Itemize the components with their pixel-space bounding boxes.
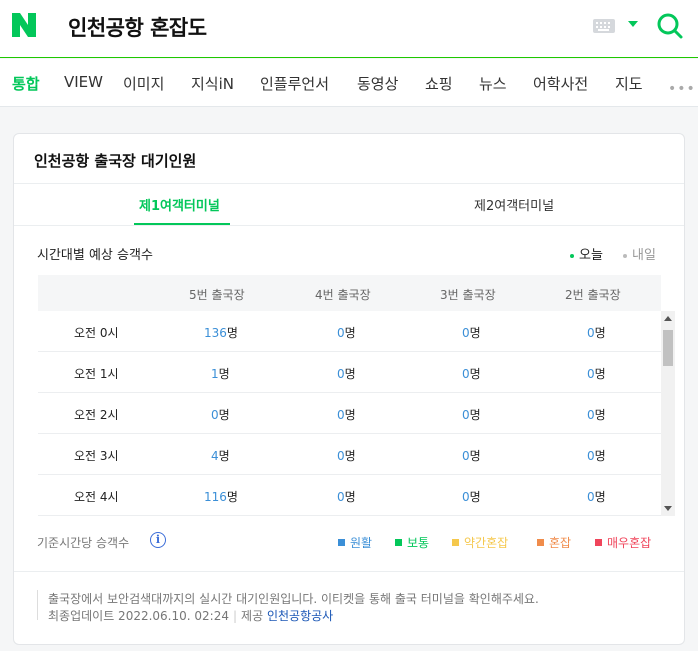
value-cell: 0명: [587, 326, 606, 340]
tab-integrated[interactable]: 통합: [12, 73, 40, 94]
divider: [14, 571, 684, 572]
value-cell: 0명: [462, 449, 481, 463]
scrollbar[interactable]: [661, 311, 675, 516]
value-cell: 0명: [337, 408, 356, 422]
column-header: 5번 출국장: [189, 288, 245, 302]
table-row: 오전 0시 136명 0명 0명 0명: [38, 311, 661, 352]
value-cell: 0명: [337, 449, 356, 463]
tab-images[interactable]: 이미지: [123, 73, 164, 94]
table-row: 오전 2시 0명 0명 0명 0명: [38, 393, 661, 434]
day-option-label: 내일: [632, 248, 656, 263]
dot-icon: [623, 253, 627, 258]
provider-link[interactable]: 인천공항공사: [267, 609, 333, 623]
tab-shopping[interactable]: 쇼핑: [425, 73, 453, 94]
legend-basis-label: 기준시간당 승객수: [37, 536, 130, 550]
more-tabs-icon[interactable]: •••: [668, 81, 696, 97]
value-cell: 116명: [204, 490, 238, 504]
search-icon[interactable]: [656, 12, 684, 40]
divider: [14, 225, 684, 226]
value-cell: 0명: [462, 367, 481, 381]
legend-swatch: [595, 539, 602, 546]
legend-item: 매우혼잡: [595, 534, 651, 551]
notice-bar: [37, 590, 38, 620]
legend-item: 약간혼잡: [452, 534, 508, 551]
divider: [14, 183, 684, 184]
column-header: 4번 출국장: [315, 288, 371, 302]
day-option-tomorrow[interactable]: 내일: [623, 244, 656, 263]
value-cell: 0명: [587, 367, 606, 381]
value-cell: 0명: [462, 326, 481, 340]
scroll-up-arrow-icon[interactable]: [664, 316, 672, 321]
update-info: 최종업데이트 2022.06.10. 02:24 | 제공 인천공항공사: [48, 607, 333, 624]
table-row: 오전 1시 1명 0명 0명 0명: [38, 352, 661, 393]
scrollbar-thumb[interactable]: [663, 330, 673, 366]
time-cell: 오전 0시: [74, 326, 119, 340]
section-subtitle: 시간대별 예상 승객수: [37, 248, 153, 263]
separator: |: [232, 609, 238, 623]
table-header: 5번 출국장 4번 출국장 3번 출국장 2번 출국장: [38, 275, 661, 311]
tab-terminal-1[interactable]: 제1여객터미널: [139, 195, 220, 214]
value-cell: 0명: [337, 326, 356, 340]
value-cell: 0명: [462, 408, 481, 422]
value-cell: 4명: [211, 449, 230, 463]
tab-map[interactable]: 지도: [615, 73, 643, 94]
legend-swatch: [338, 539, 345, 546]
card-title: 인천공항 출국장 대기인원: [34, 152, 197, 170]
selected-dot-icon: [570, 253, 574, 258]
column-header: 3번 출국장: [440, 288, 496, 302]
tab-terminal-2[interactable]: 제2여객터미널: [474, 195, 554, 214]
time-cell: 오전 2시: [74, 408, 119, 422]
value-cell: 0명: [587, 490, 606, 504]
congestion-card: 인천공항 출국장 대기인원 제1여객터미널 제2여객터미널 시간대별 예상 승객…: [13, 133, 685, 645]
value-cell: 0명: [211, 408, 230, 422]
updated-time: 최종업데이트 2022.06.10. 02:24: [48, 609, 229, 623]
table-row: 오전 3시 4명 0명 0명 0명: [38, 434, 661, 475]
search-query[interactable]: 인천공항 혼잡도: [68, 12, 207, 42]
naver-logo-icon[interactable]: [12, 13, 36, 37]
time-cell: 오전 4시: [74, 490, 119, 504]
value-cell: 136명: [204, 326, 238, 340]
legend-swatch: [395, 539, 402, 546]
info-icon[interactable]: i: [150, 532, 166, 548]
tab-news[interactable]: 뉴스: [479, 73, 507, 94]
search-header: 인천공항 혼잡도: [0, 0, 698, 58]
search-tabs: 통합 VIEW 이미지 지식iN 인플루언서 동영상 쇼핑 뉴스 어학사전 지도…: [0, 59, 698, 107]
scroll-down-arrow-icon[interactable]: [664, 506, 672, 511]
provider-label: 제공: [241, 609, 264, 623]
legend-swatch: [537, 539, 544, 546]
legend-swatch: [452, 539, 459, 546]
value-cell: 0명: [587, 449, 606, 463]
legend-item: 원활: [338, 534, 372, 551]
table-body[interactable]: 오전 0시 136명 0명 0명 0명 오전 1시 1명 0명 0명 0명 오전…: [38, 311, 661, 516]
notice-text: 출국장에서 보안검색대까지의 실시간 대기인원입니다. 이티켓을 통해 출국 터…: [48, 592, 539, 606]
tab-video[interactable]: 동영상: [357, 73, 398, 94]
tab-influencer[interactable]: 인플루언서: [260, 73, 329, 94]
value-cell: 1명: [211, 367, 230, 381]
chevron-down-icon[interactable]: [628, 21, 638, 27]
legend-item: 혼잡: [537, 534, 571, 551]
value-cell: 0명: [337, 490, 356, 504]
day-option-label: 오늘: [579, 248, 603, 263]
column-header: 2번 출국장: [565, 288, 621, 302]
tab-knowledge-in[interactable]: 지식iN: [191, 73, 234, 94]
time-cell: 오전 3시: [74, 449, 119, 463]
keyboard-icon[interactable]: [593, 19, 615, 33]
value-cell: 0명: [587, 408, 606, 422]
day-option-today[interactable]: 오늘: [570, 244, 603, 263]
time-cell: 오전 1시: [74, 367, 119, 381]
value-cell: 0명: [462, 490, 481, 504]
tab-dictionary[interactable]: 어학사전: [533, 73, 588, 94]
legend-item: 보통: [395, 534, 429, 551]
tab-view[interactable]: VIEW: [64, 73, 103, 91]
value-cell: 0명: [337, 367, 356, 381]
table-row: 오전 4시 116명 0명 0명 0명: [38, 475, 661, 516]
